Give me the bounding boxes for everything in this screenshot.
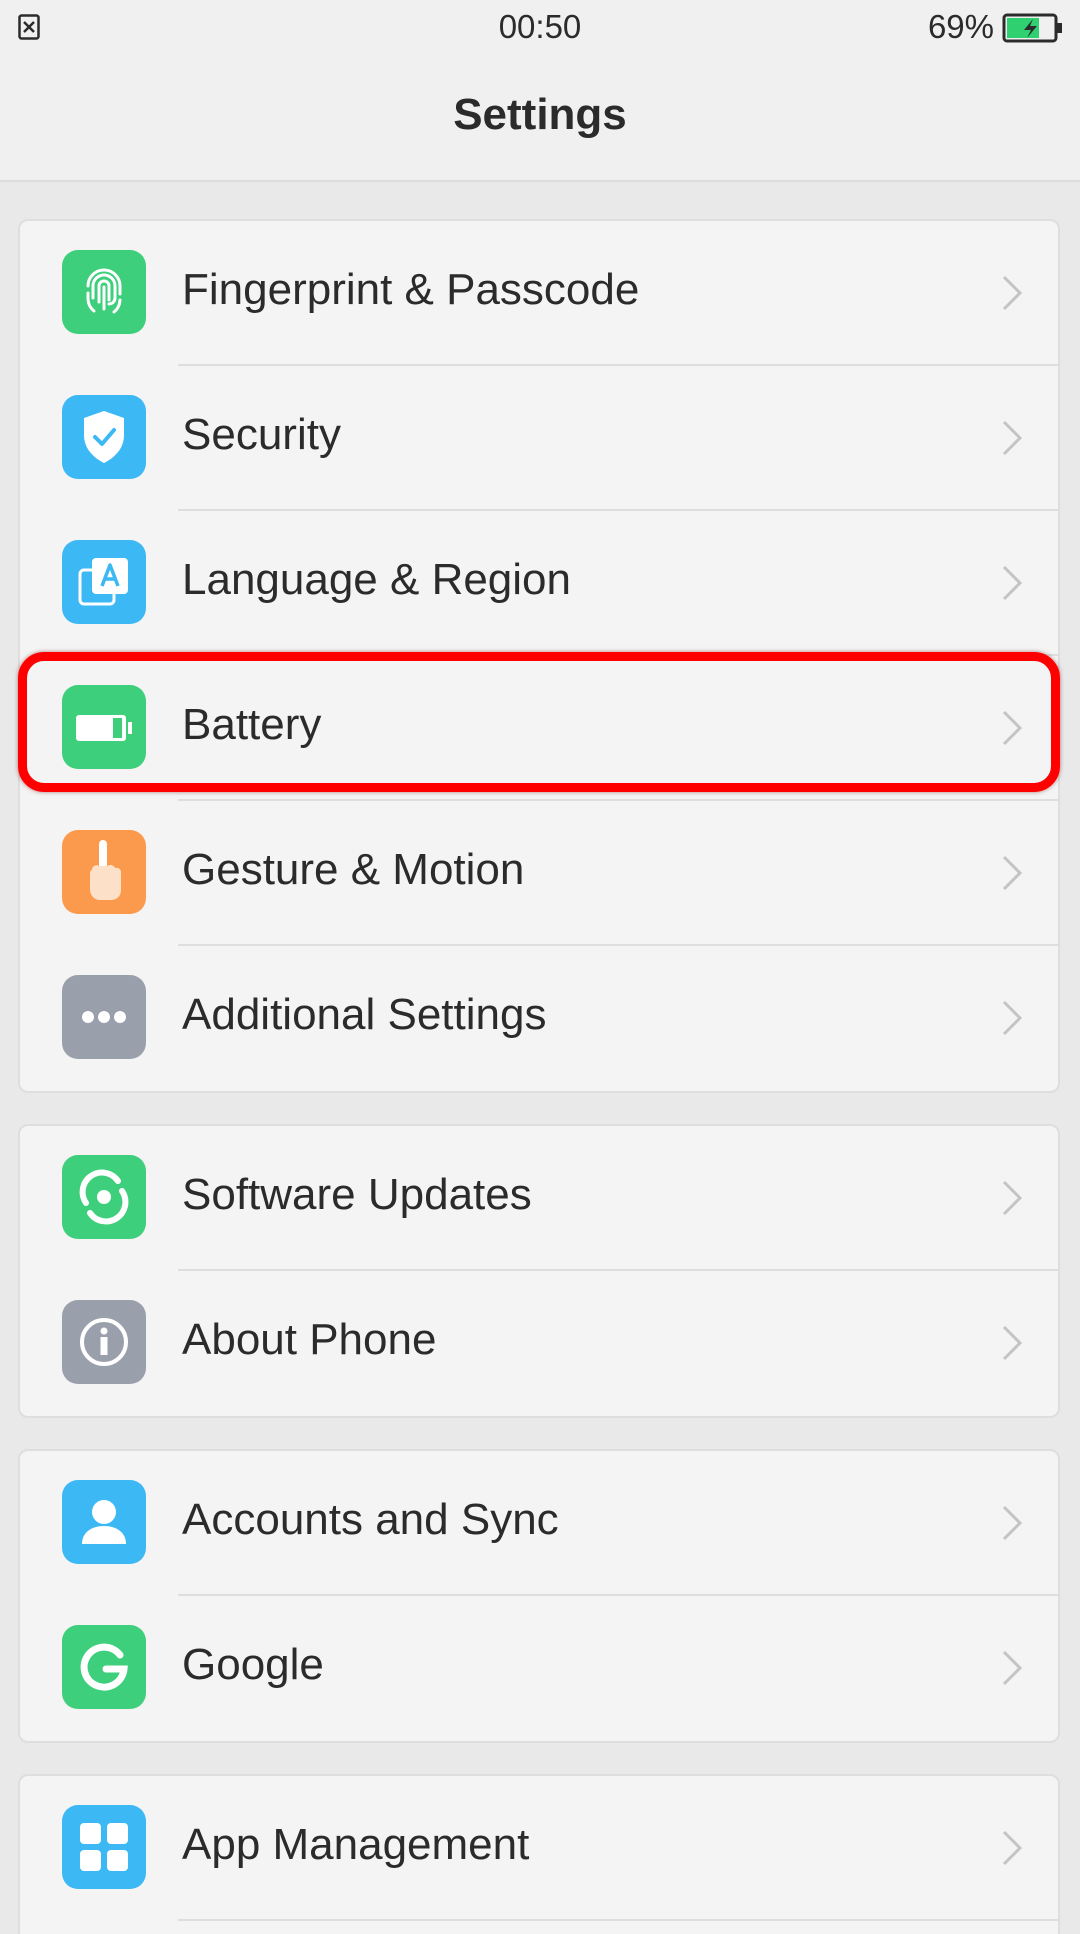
settings-item-app-management[interactable]: App Management	[20, 1776, 1058, 1921]
settings-item-additional[interactable]: Additional Settings	[20, 946, 1058, 1091]
settings-item-label: Security	[182, 410, 341, 459]
settings-item-label: Fingerprint & Passcode	[182, 265, 640, 314]
settings-item-label: Language & Region	[182, 555, 571, 604]
info-icon	[62, 1300, 146, 1384]
settings-item-accounts-sync[interactable]: Accounts and Sync	[20, 1451, 1058, 1596]
settings-item-label: Accounts and Sync	[182, 1495, 559, 1544]
chevron-right-icon	[1000, 1648, 1024, 1688]
language-icon	[62, 540, 146, 624]
battery-percent: 69%	[927, 8, 994, 45]
settings-item-fingerprint[interactable]: Fingerprint & Passcode	[20, 221, 1058, 366]
account-icon	[62, 1480, 146, 1564]
settings-item-software-updates[interactable]: Software Updates	[20, 1126, 1058, 1271]
chevron-right-icon	[1000, 418, 1024, 458]
settings-item-about-phone[interactable]: About Phone	[20, 1271, 1058, 1416]
status-time: 00:50	[498, 8, 582, 45]
settings-item-label: Gesture & Motion	[182, 845, 525, 894]
settings-item-label: Additional Settings	[182, 990, 547, 1039]
settings-item-gesture[interactable]: Gesture & Motion	[20, 801, 1058, 946]
chevron-right-icon	[1000, 1178, 1024, 1218]
google-icon	[62, 1625, 146, 1709]
divider	[178, 1919, 1058, 1921]
chevron-right-icon	[1000, 1323, 1024, 1363]
settings-item-security[interactable]: Security	[20, 366, 1058, 511]
settings-item-label: Battery	[182, 700, 322, 749]
hand-pointer-icon	[62, 830, 146, 914]
settings-item-google[interactable]: Google	[20, 1596, 1058, 1741]
header: Settings	[0, 56, 1080, 182]
chevron-right-icon	[1000, 1828, 1024, 1868]
page-title: Settings	[453, 90, 627, 139]
chevron-right-icon	[1000, 853, 1024, 893]
settings-item-label: About Phone	[182, 1315, 437, 1364]
chevron-right-icon	[1000, 273, 1024, 313]
apps-grid-icon	[62, 1805, 146, 1889]
settings-item-language[interactable]: Language & Region	[20, 511, 1058, 656]
update-icon	[62, 1155, 146, 1239]
chevron-right-icon	[1000, 1503, 1024, 1543]
settings-item-label: Google	[182, 1640, 324, 1689]
battery-icon	[62, 685, 146, 769]
chevron-right-icon	[1000, 708, 1024, 748]
chevron-right-icon	[1000, 998, 1024, 1038]
settings-group-accounts: Accounts and Sync Google	[18, 1449, 1060, 1743]
settings-group-system: Software Updates About Phone	[18, 1124, 1060, 1418]
settings-group-general: Fingerprint & Passcode Security Language…	[18, 219, 1060, 1093]
battery-charging-icon	[1002, 13, 1064, 43]
fingerprint-icon	[62, 250, 146, 334]
settings-item-battery[interactable]: Battery	[20, 656, 1058, 801]
settings-item-label: App Management	[182, 1820, 530, 1869]
shield-check-icon	[62, 395, 146, 479]
chevron-right-icon	[1000, 563, 1024, 603]
status-bar: 00:50 69%	[0, 0, 1080, 56]
settings-group-apps: App Management	[18, 1774, 1060, 1934]
more-dots-icon	[62, 975, 146, 1059]
settings-item-label: Software Updates	[182, 1170, 532, 1219]
